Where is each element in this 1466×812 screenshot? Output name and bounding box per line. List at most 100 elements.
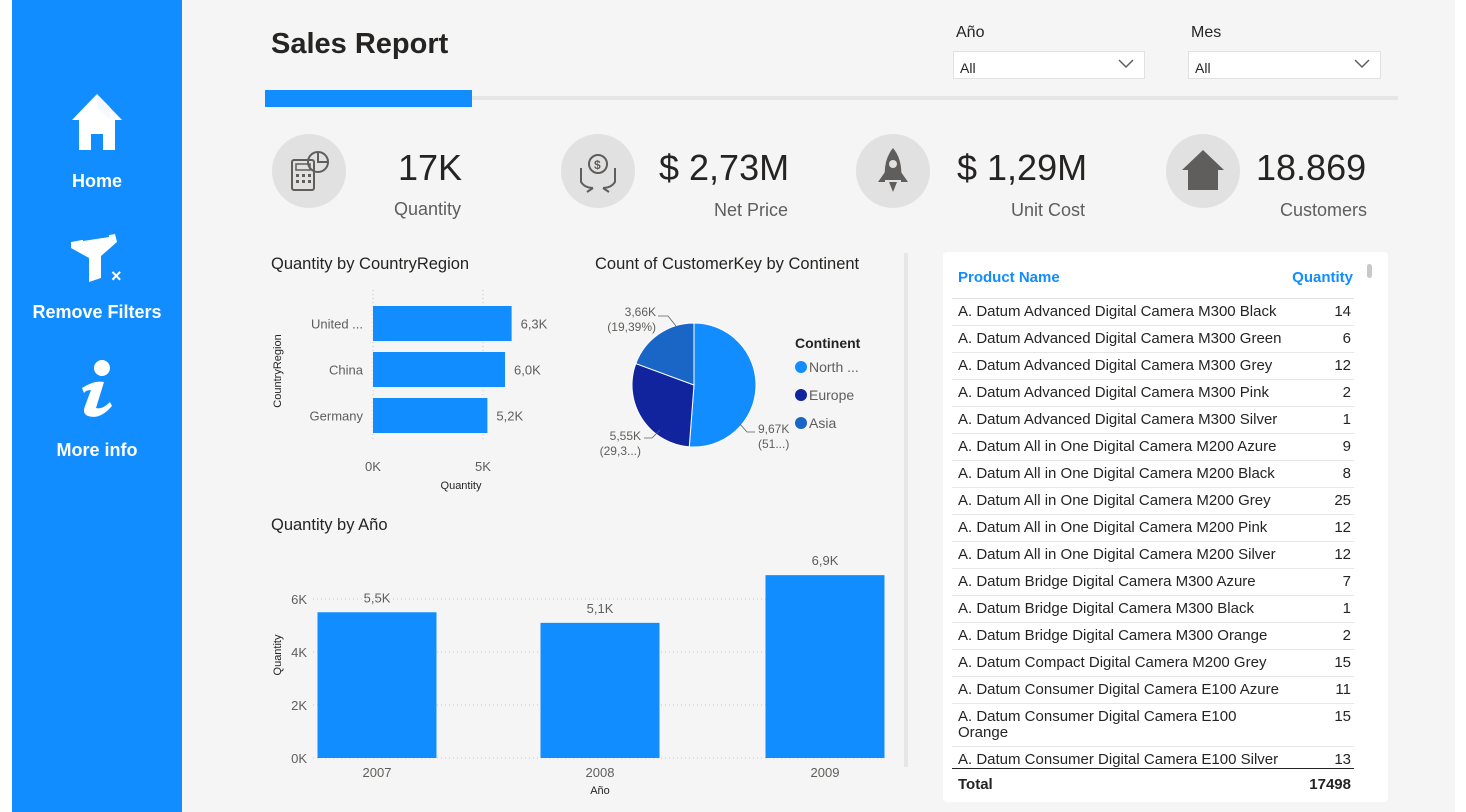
house-icon — [1166, 134, 1240, 208]
table-row[interactable]: A. Datum Advanced Digital Camera M300 Bl… — [952, 299, 1354, 326]
rocket-icon — [856, 134, 930, 208]
table-row[interactable]: A. Datum Advanced Digital Camera M300 Pi… — [952, 380, 1354, 407]
quantity-kpi-label: Quantity — [394, 199, 462, 219]
bar-2 — [373, 398, 488, 433]
year-slicer-dropdown[interactable]: All — [953, 51, 1145, 79]
legend-marker-0 — [795, 361, 807, 373]
more-info-button[interactable]: More info — [12, 358, 182, 461]
sidebar: Home × Remove Filters More info — [12, 0, 182, 812]
info-icon — [82, 360, 112, 417]
month-slicer-value: All — [1195, 60, 1211, 76]
pie-slice-0 — [688, 322, 757, 448]
remove-filters-label: Remove Filters — [32, 302, 162, 322]
month-slicer-dropdown[interactable]: All — [1188, 51, 1381, 79]
unit-cost-kpi-value: $ 1,29M — [957, 147, 1088, 188]
y-tick-label: 4K — [291, 645, 307, 660]
x-tick-label: 2008 — [586, 765, 615, 780]
quantity-cell: 1 — [1342, 600, 1351, 617]
product-name-cell: A. Datum Advanced Digital Camera M300 Bl… — [958, 303, 1277, 320]
y-tick-label: Germany — [310, 409, 364, 424]
table-total-row: Total 17498 — [952, 768, 1354, 793]
quantity-cell: 11 — [1335, 681, 1351, 698]
y-tick-label: 0K — [291, 751, 307, 766]
quantity-cell: 6 — [1342, 330, 1351, 347]
table-row[interactable]: A. Datum All in One Digital Camera M200 … — [952, 461, 1354, 488]
table-row[interactable]: A. Datum All in One Digital Camera M200 … — [952, 434, 1354, 461]
y-tick-label: United ... — [311, 317, 363, 332]
table-row[interactable]: A. Datum Advanced Digital Camera M300 Gr… — [952, 353, 1354, 380]
table-row[interactable]: A. Datum Bridge Digital Camera M300 Azur… — [952, 569, 1354, 596]
data-label: 5,2K — [496, 409, 523, 424]
product-name-cell: A. Datum Bridge Digital Camera M300 Blac… — [958, 600, 1254, 617]
product-name-cell: A. Datum Advanced Digital Camera M300 Gr… — [958, 330, 1282, 347]
product-name-cell: A. Datum All in One Digital Camera M200 … — [958, 492, 1271, 509]
y-tick-label: 6K — [291, 592, 307, 607]
table-row[interactable]: A. Datum All in One Digital Camera M200 … — [952, 488, 1354, 515]
country-bar-chart: United ... 6,3K China 6,0K Germany 5,2K 0K 5K Qu… — [272, 290, 548, 492]
quantity-cell: 12 — [1334, 357, 1351, 374]
table-row[interactable]: A. Datum Consumer Digital Camera E100 Or… — [952, 704, 1354, 747]
money-hands-icon: $ — [561, 134, 635, 208]
bar-1 — [540, 622, 660, 758]
svg-text:×: × — [111, 266, 122, 286]
net-price-kpi-value: $ 2,73M — [659, 147, 790, 188]
quantity-cell: 15 — [1334, 654, 1351, 671]
quantity-cell: 25 — [1334, 492, 1351, 509]
home-button[interactable]: Home — [12, 90, 182, 192]
customers-kpi-value: 18.869 — [1256, 147, 1367, 188]
chevron-down-icon — [1354, 59, 1370, 69]
table-row[interactable]: A. Datum All in One Digital Camera M200 … — [952, 515, 1354, 542]
leader-line — [739, 423, 755, 433]
total-label: Total — [958, 776, 993, 793]
product-name-cell: A. Datum Bridge Digital Camera M300 Azur… — [958, 573, 1256, 590]
product-name-cell: A. Datum Advanced Digital Camera M300 Si… — [958, 411, 1278, 428]
quantity-cell: 12 — [1334, 546, 1351, 563]
table-row[interactable]: A. Datum Bridge Digital Camera M300 Oran… — [952, 623, 1354, 650]
table-row[interactable]: A. Datum Bridge Digital Camera M300 Blac… — [952, 596, 1354, 623]
chevron-down-icon — [1118, 59, 1134, 69]
data-label: (19,39%) — [607, 320, 656, 334]
quantity-cell: 9 — [1342, 438, 1351, 455]
product-name-cell: A. Datum Consumer Digital Camera E100 Si… — [958, 751, 1279, 768]
quantity-kpi-value: 17K — [398, 147, 463, 188]
remove-filters-button[interactable]: × Remove Filters — [12, 232, 182, 323]
table-row[interactable]: A. Datum Advanced Digital Camera M300 Si… — [952, 407, 1354, 434]
header-accent-bar — [265, 90, 472, 107]
legend-item-1: Europe — [809, 387, 854, 403]
y-axis-title: CountryRegion — [272, 334, 284, 407]
month-slicer-label: Mes — [1191, 24, 1222, 41]
product-name-cell: A. Datum Advanced Digital Camera M300 Gr… — [958, 357, 1273, 374]
quantity-column-header[interactable]: Quantity — [1292, 269, 1353, 286]
svg-text:$: $ — [594, 158, 601, 172]
product-name-cell: A. Datum All in One Digital Camera M200 … — [958, 519, 1268, 536]
bar-1 — [373, 352, 505, 387]
continent-pie-chart: 3,66K(19,39%) 5,55K(29,3...) 9,67K(51...) C… — [600, 305, 861, 458]
x-axis-title: Año — [590, 785, 610, 797]
section-divider — [904, 253, 908, 767]
product-name-cell: A. Datum All in One Digital Camera M200 … — [958, 438, 1277, 455]
table-scrollbar[interactable] — [1367, 264, 1372, 278]
remove-filter-icon: × — [71, 234, 122, 286]
table-row[interactable]: A. Datum Consumer Digital Camera E100 Si… — [952, 747, 1354, 768]
home-label: Home — [71, 171, 122, 191]
table-row[interactable]: A. Datum Consumer Digital Camera E100 Az… — [952, 677, 1354, 704]
table-row[interactable]: A. Datum Advanced Digital Camera M300 Gr… — [952, 326, 1354, 353]
quantity-cell: 1 — [1342, 411, 1351, 428]
quantity-cell: 13 — [1334, 751, 1351, 768]
data-label: 5,55K — [610, 429, 641, 443]
quantity-cell: 15 — [1334, 708, 1351, 725]
x-tick-label: 0K — [365, 459, 381, 474]
y-tick-label: China — [329, 363, 364, 378]
data-label: 6,3K — [521, 317, 548, 332]
leader-line — [658, 315, 677, 327]
table-row[interactable]: A. Datum All in One Digital Camera M200 … — [952, 542, 1354, 569]
table-header: Product Name Quantity — [958, 266, 1353, 296]
product-name-column-header[interactable]: Product Name — [958, 269, 1060, 286]
y-tick-label: 2K — [291, 698, 307, 713]
data-label: (29,3...) — [600, 444, 641, 458]
quantity-cell: 2 — [1342, 384, 1351, 401]
country-chart-title: Quantity by CountryRegion — [271, 255, 470, 273]
y-axis-title: Quantity — [272, 634, 284, 675]
more-info-label: More info — [56, 440, 138, 460]
table-row[interactable]: A. Datum Compact Digital Camera M200 Gre… — [952, 650, 1354, 677]
